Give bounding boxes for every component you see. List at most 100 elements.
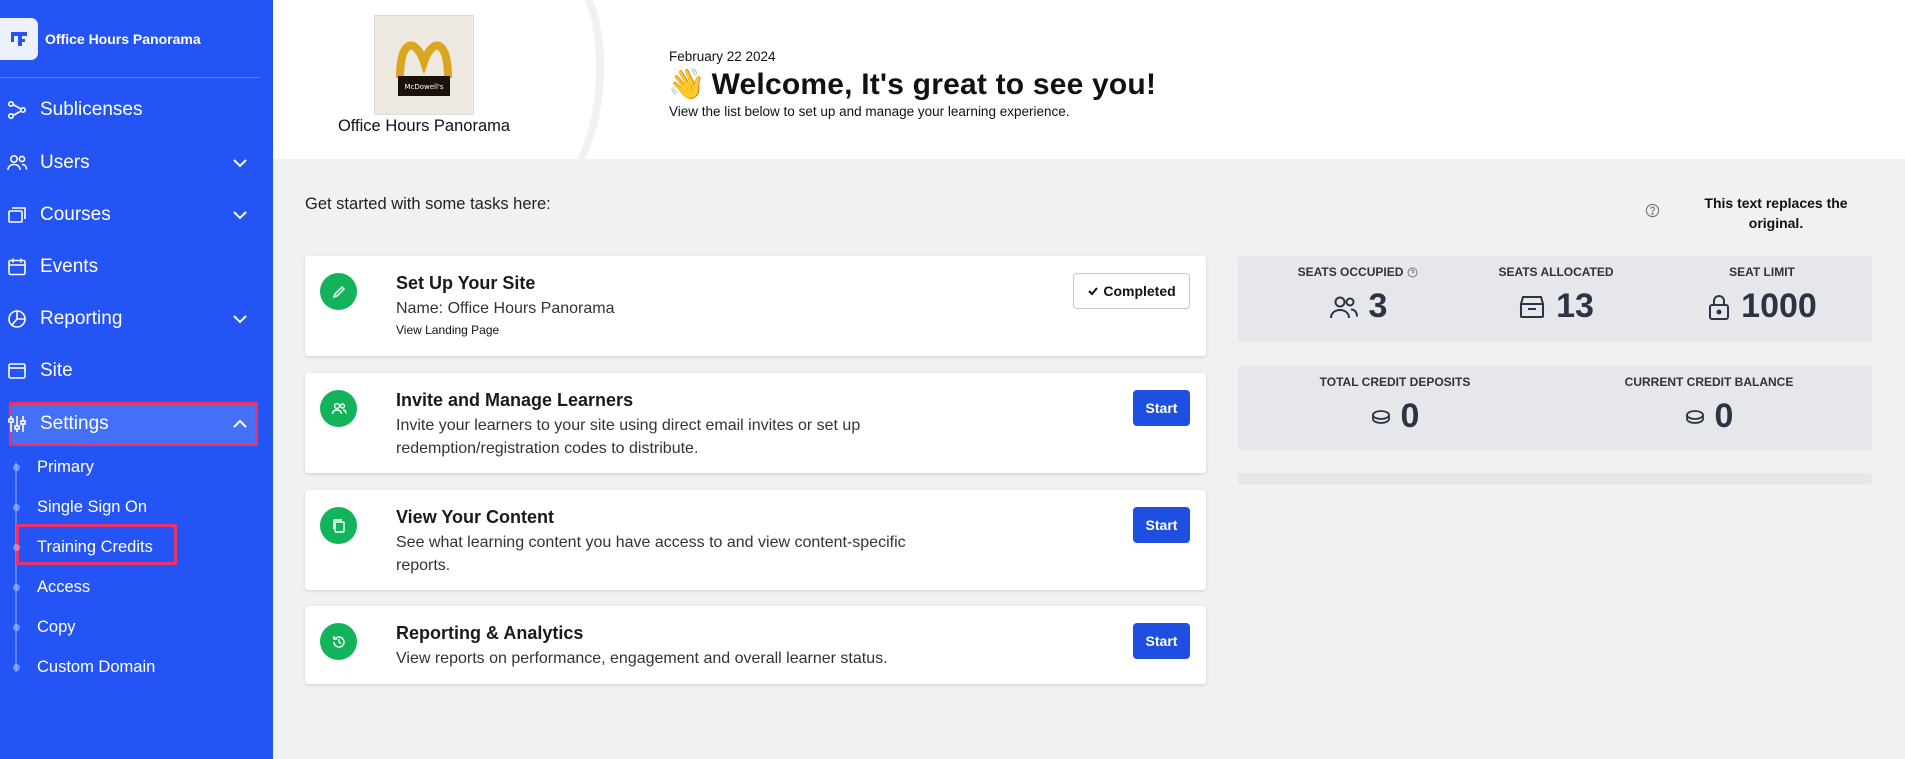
credits-stats-panel: TOTAL CREDIT DEPOSITS 0 CURRENT CREDIT B…: [1238, 366, 1872, 450]
sidebar-item-label: Users: [40, 152, 90, 173]
brand-title: Office Hours Panorama: [45, 30, 201, 47]
submenu-label: Primary: [37, 457, 94, 476]
seats-stats-panel: SEATS OCCUPIED 3 SEATS ALLOCATED 13 SEAT…: [1238, 256, 1872, 342]
task-desc: Invite your learners to your site using …: [396, 417, 861, 457]
stat-value: 0: [1714, 397, 1734, 435]
submenu-label: Custom Domain: [37, 657, 156, 676]
bullet-icon: [13, 463, 20, 471]
stat-seats-allocated: SEATS ALLOCATED 13: [1476, 265, 1636, 326]
replace-text: This text replaces the original.: [1704, 195, 1848, 231]
task-desc: View reports on performance, engagement …: [396, 650, 888, 667]
bullet-icon: [13, 583, 20, 591]
pencil-icon: [320, 273, 357, 310]
stat-seat-limit: SEAT LIMIT 1000: [1682, 265, 1842, 326]
help-icon[interactable]: [1407, 267, 1418, 278]
submenu-item-custom-domain[interactable]: Custom Domain: [0, 652, 230, 682]
sidebar: Office Hours Panorama Sublicenses Users …: [0, 0, 273, 759]
page-header: McDowell's Office Hours Panorama Februar…: [273, 0, 1905, 159]
site-icon: [6, 360, 28, 382]
sidebar-item-site[interactable]: Site: [0, 349, 260, 393]
stat-label: TOTAL CREDIT DEPOSITS: [1319, 375, 1471, 389]
task-card-setup-site: Set Up Your Site Name: Office Hours Pano…: [305, 256, 1206, 356]
submenu-item-copy[interactable]: Copy: [0, 612, 230, 642]
sidebar-item-label: Settings: [40, 413, 109, 434]
sidebar-item-reporting[interactable]: Reporting: [0, 297, 260, 341]
courses-icon: [6, 204, 28, 226]
lock-icon: [1707, 293, 1731, 321]
settings-sliders-icon: [6, 413, 28, 435]
sidebar-item-sublicenses[interactable]: Sublicenses: [0, 88, 260, 132]
chevron-up-icon[interactable]: [230, 414, 250, 434]
bullet-icon: [13, 543, 20, 551]
stat-label: SEATS ALLOCATED: [1498, 265, 1614, 279]
submenu-item-primary[interactable]: Primary: [0, 452, 230, 482]
users-icon: [1329, 294, 1359, 320]
sidebar-item-users[interactable]: Users: [0, 141, 260, 185]
sidebar-item-label: Site: [40, 360, 73, 381]
inbox-store-icon: [1518, 294, 1546, 320]
submenu-label: Copy: [37, 617, 76, 636]
stat-value: 3: [1368, 287, 1388, 325]
task-card-view-content: View Your Content See what learning cont…: [305, 490, 1206, 590]
history-icon: [320, 623, 357, 660]
coins-icon: [1685, 409, 1705, 425]
welcome-subtitle: View the list below to set up and manage…: [669, 104, 1070, 119]
task-title: View Your Content: [396, 507, 555, 527]
bullet-icon: [13, 503, 20, 511]
brand-logo-icon: [0, 17, 38, 60]
current-date: February 22 2024: [669, 49, 776, 64]
completed-button[interactable]: Completed: [1073, 273, 1190, 309]
welcome-text: Welcome, It's great to see you!: [711, 67, 1157, 101]
logo-text: McDowell's: [404, 83, 443, 91]
task-title: Reporting & Analytics: [396, 623, 584, 643]
sidebar-item-label: Sublicenses: [40, 99, 143, 120]
stat-label: CURRENT CREDIT BALANCE: [1624, 375, 1794, 389]
waving-hand-icon: 👋: [668, 68, 706, 101]
sidebar-item-settings[interactable]: Settings: [0, 402, 260, 446]
sidebar-item-courses[interactable]: Courses: [0, 193, 260, 237]
sidebar-item-label: Reporting: [40, 308, 123, 329]
org-panel: McDowell's Office Hours Panorama: [273, 0, 583, 159]
chevron-down-icon[interactable]: [230, 205, 250, 225]
stat-label: SEAT LIMIT: [1729, 265, 1795, 279]
help-icon[interactable]: [1645, 203, 1660, 218]
submenu-item-access[interactable]: Access: [0, 572, 230, 602]
task-title: Invite and Manage Learners: [396, 390, 634, 410]
sidebar-item-label: Courses: [40, 204, 111, 225]
start-button[interactable]: Start: [1133, 507, 1190, 543]
start-button[interactable]: Start: [1133, 390, 1190, 426]
task-desc: See what learning content you have acces…: [396, 534, 906, 574]
stat-value: 13: [1556, 287, 1594, 325]
task-desc: Name: Office Hours Panorama: [396, 300, 615, 317]
stat-label: SEATS OCCUPIED: [1297, 265, 1404, 279]
stat-value: 1000: [1741, 287, 1817, 325]
content-copy-icon: [320, 507, 357, 544]
view-landing-page-link[interactable]: View Landing Page: [396, 323, 499, 337]
submenu-item-training-credits[interactable]: Training Credits: [0, 532, 230, 562]
empty-panel: [1238, 473, 1872, 485]
coins-icon: [1371, 409, 1391, 425]
tasks-heading: Get started with some tasks here:: [305, 195, 551, 213]
users-icon: [6, 152, 28, 174]
bullet-icon: [13, 623, 20, 631]
chevron-down-icon[interactable]: [230, 309, 250, 329]
org-name: Office Hours Panorama: [337, 117, 511, 135]
submenu-item-sso[interactable]: Single Sign On: [0, 492, 230, 522]
check-icon: [1088, 287, 1099, 296]
start-button[interactable]: Start: [1133, 623, 1190, 659]
task-card-reporting-analytics: Reporting & Analytics View reports on pe…: [305, 606, 1206, 684]
header-divider: [573, 0, 605, 159]
brand[interactable]: Office Hours Panorama: [0, 0, 260, 78]
reporting-icon: [6, 308, 28, 330]
calendar-icon: [6, 256, 28, 278]
submenu-label: Access: [37, 577, 91, 596]
welcome-title: 👋 Welcome, It's great to see you!: [668, 67, 1156, 102]
button-label: Completed: [1103, 283, 1176, 299]
chevron-down-icon[interactable]: [230, 153, 250, 173]
sidebar-item-events[interactable]: Events: [0, 245, 260, 289]
submenu-label: Training Credits: [37, 537, 153, 556]
users-icon: [320, 390, 357, 427]
sidebar-item-label: Events: [40, 256, 99, 277]
task-title: Set Up Your Site: [396, 273, 536, 293]
submenu-label: Single Sign On: [37, 497, 148, 516]
